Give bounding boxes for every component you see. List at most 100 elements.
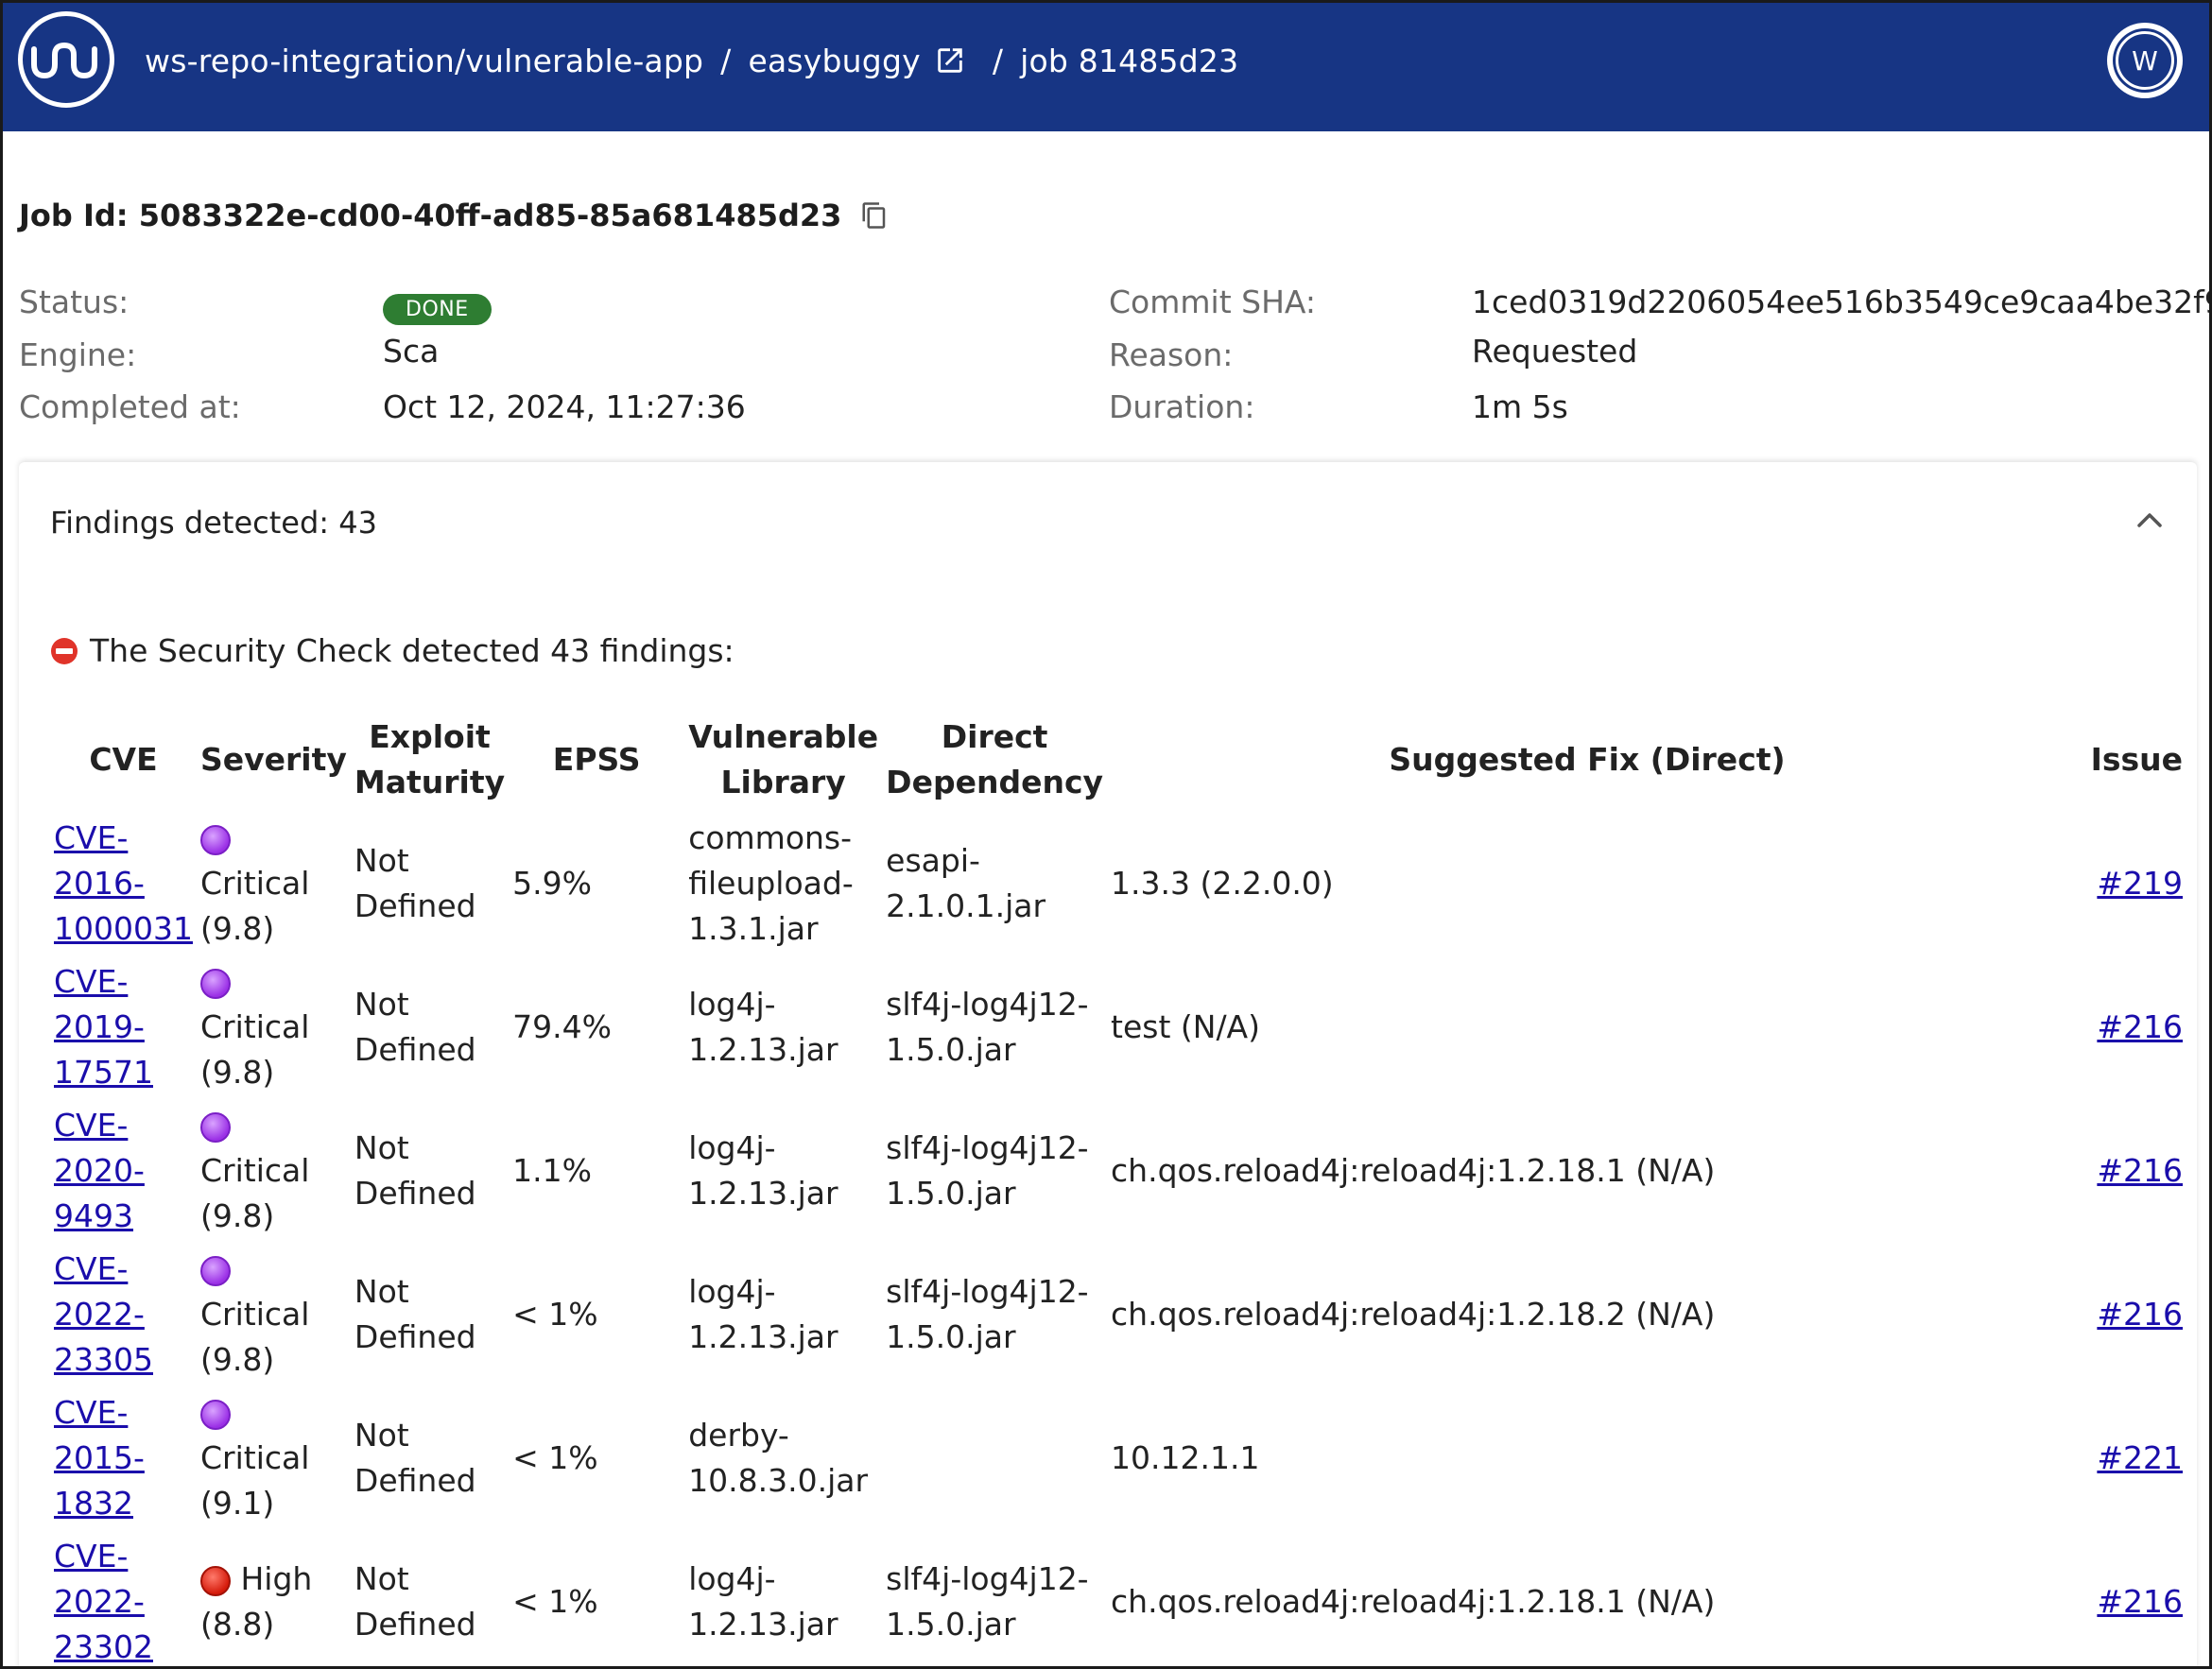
direct-dependency-cell: slf4j-log4j12- 1.5.0.jar xyxy=(886,1273,1089,1355)
col-header-issue: Issue xyxy=(2090,741,2183,778)
severity-cell: High (8.8) xyxy=(197,1530,351,1666)
issue-link[interactable]: #216 xyxy=(2097,1152,2183,1189)
vulnerable-library-cell: log4j- 1.2.13.jar xyxy=(688,1273,838,1355)
col-header-exploit-maturity: Exploit Maturity xyxy=(354,718,506,800)
completed-value: Oct 12, 2024, 11:27:36 xyxy=(383,388,746,425)
exploit-maturity-cell: Not Defined xyxy=(354,1417,476,1499)
vulnerable-library-cell: log4j- 1.2.13.jar xyxy=(688,986,838,1068)
findings-title[interactable]: Findings detected: 43 xyxy=(50,505,377,541)
table-row: CVE- 2022- 23305 Critical (9.8) Not Defined < 1… xyxy=(50,1243,2186,1386)
issue-link[interactable]: #216 xyxy=(2097,1008,2183,1045)
avatar-letter: W xyxy=(2116,31,2174,90)
table-header-row: CVE Severity Exploit Maturity EPSS Vulner… xyxy=(50,708,2186,812)
epss-cell: < 1% xyxy=(512,1296,598,1333)
completed-label: Completed at: xyxy=(19,388,241,425)
col-header-epss: EPSS xyxy=(552,741,641,778)
col-header-direct-dependency: Direct Dependency xyxy=(886,718,1104,800)
reason-value: Requested xyxy=(1472,333,1638,370)
cve-cell: CVE- 2015- 1832 xyxy=(50,1386,197,1530)
issue-cell: #216 xyxy=(2067,1099,2186,1243)
vulnerable-library-cell: commons-fileupload- 1.3.1.jar xyxy=(688,819,854,947)
issue-link[interactable]: #216 xyxy=(2097,1583,2183,1620)
cve-link[interactable]: CVE- 2019- 17571 xyxy=(54,963,153,1091)
severity-cell: Critical (9.8) xyxy=(197,812,351,955)
suggested-fix-cell: 10.12.1.1 xyxy=(1111,1439,1260,1476)
direct-dependency-cell xyxy=(882,1386,1107,1530)
issue-cell: #216 xyxy=(2067,955,2186,1099)
no-entry-icon xyxy=(50,637,78,665)
issue-cell: #219 xyxy=(2067,812,2186,955)
col-header-vulnerable-library: Vulnerable Library xyxy=(688,718,879,800)
direct-dependency-cell: slf4j-log4j12- 1.5.0.jar xyxy=(886,1129,1089,1212)
cve-cell: CVE- 2022- 23302 xyxy=(50,1530,197,1666)
breadcrumb-project[interactable]: easybuggy xyxy=(748,43,920,79)
engine-value: Sca xyxy=(383,333,440,370)
cve-cell: CVE- 2020- 9493 xyxy=(50,1099,197,1243)
exploit-maturity-cell: Not Defined xyxy=(354,986,476,1068)
suggested-fix-cell: test (N/A) xyxy=(1111,1008,1261,1045)
epss-cell: < 1% xyxy=(512,1439,598,1476)
direct-dependency-cell: esapi- 2.1.0.1.jar xyxy=(886,842,1046,924)
status-badge: DONE xyxy=(383,286,492,325)
vulnerable-library-cell: log4j- 1.2.13.jar xyxy=(688,1560,838,1643)
issue-cell: #221 xyxy=(2067,1386,2186,1530)
purple-circle-icon xyxy=(199,1255,231,1286)
table-row: CVE- 2019- 17571 Critical (9.8) Not Defined 79.… xyxy=(50,955,2186,1099)
table-row: CVE- 2015- 1832 Critical (9.1) Not Defined < 1%… xyxy=(50,1386,2186,1530)
severity-label: Critical xyxy=(199,865,310,902)
top-bar: ws-repo-integration/vulnerable-app / eas… xyxy=(3,3,2209,131)
issue-cell: #216 xyxy=(2067,1530,2186,1666)
cve-cell: CVE- 2019- 17571 xyxy=(50,955,197,1099)
vulnerable-library-cell: log4j- 1.2.13.jar xyxy=(688,1129,838,1212)
user-avatar[interactable]: W xyxy=(2107,23,2183,98)
commit-label: Commit SHA: xyxy=(1109,284,1316,320)
copy-icon[interactable] xyxy=(860,199,889,232)
suggested-fix-cell: 1.3.3 (2.2.0.0) xyxy=(1111,865,1334,902)
cve-link[interactable]: CVE- 2016- 1000031 xyxy=(54,819,193,947)
direct-dependency-cell: slf4j-log4j12- 1.5.0.jar xyxy=(886,986,1089,1068)
severity-score: (9.8) xyxy=(199,1197,275,1234)
findings-panel: Findings detected: 43 The Security Check… xyxy=(19,462,2197,1666)
app-logo-icon[interactable] xyxy=(18,11,114,108)
col-header-cve: CVE xyxy=(89,741,158,778)
breadcrumb-separator: / xyxy=(992,42,1004,79)
cve-link[interactable]: CVE- 2015- 1832 xyxy=(54,1394,145,1522)
breadcrumb-job: job 81485d23 xyxy=(1020,42,1239,79)
app-window: ws-repo-integration/vulnerable-app / eas… xyxy=(0,0,2212,1669)
table-row: CVE- 2022- 23302 High (8.8) Not Defined < 1% lo… xyxy=(50,1530,2186,1666)
suggested-fix-cell: ch.qos.reload4j:reload4j:1.2.18.2 (N/A) xyxy=(1111,1296,1716,1333)
cve-link[interactable]: CVE- 2020- 9493 xyxy=(54,1107,145,1234)
issue-link[interactable]: #221 xyxy=(2097,1439,2183,1476)
vulnerable-library-cell: derby- 10.8.3.0.jar xyxy=(688,1417,869,1499)
cve-link[interactable]: CVE- 2022- 23302 xyxy=(54,1538,153,1665)
issue-cell: #216 xyxy=(2067,1243,2186,1386)
reason-label: Reason: xyxy=(1109,336,1234,373)
job-id-text: Job Id: 5083322e-cd00-40ff-ad85-85a68148… xyxy=(19,198,842,233)
external-link-icon[interactable] xyxy=(934,44,966,77)
purple-circle-icon xyxy=(199,1399,231,1430)
exploit-maturity-cell: Not Defined xyxy=(354,1129,476,1212)
cve-link[interactable]: CVE- 2022- 23305 xyxy=(54,1250,153,1378)
exploit-maturity-cell: Not Defined xyxy=(354,842,476,924)
duration-value: 1m 5s xyxy=(1472,388,1568,425)
epss-cell: 79.4% xyxy=(512,1008,612,1045)
severity-label: Critical xyxy=(199,1008,310,1045)
severity-score: (9.8) xyxy=(199,910,275,947)
issue-link[interactable]: #219 xyxy=(2097,865,2183,902)
purple-circle-icon xyxy=(199,968,231,999)
purple-circle-icon xyxy=(199,1111,231,1143)
job-id-heading: Job Id: 5083322e-cd00-40ff-ad85-85a68148… xyxy=(19,198,889,233)
severity-label: Critical xyxy=(199,1296,310,1333)
table-row: CVE- 2016- 1000031 Critical (9.8) Not Defined 5… xyxy=(50,812,2186,955)
epss-cell: 5.9% xyxy=(512,865,592,902)
severity-cell: Critical (9.1) xyxy=(197,1386,351,1530)
breadcrumb-separator: / xyxy=(720,42,732,79)
security-message: The Security Check detected 43 findings: xyxy=(50,632,734,669)
epss-cell: < 1% xyxy=(512,1583,598,1620)
breadcrumb: ws-repo-integration/vulnerable-app / eas… xyxy=(145,37,1238,84)
breadcrumb-repo[interactable]: ws-repo-integration/vulnerable-app xyxy=(145,43,703,79)
chevron-up-icon[interactable] xyxy=(2136,511,2163,532)
col-header-severity: Severity xyxy=(199,741,347,778)
duration-label: Duration: xyxy=(1109,388,1255,425)
issue-link[interactable]: #216 xyxy=(2097,1296,2183,1333)
